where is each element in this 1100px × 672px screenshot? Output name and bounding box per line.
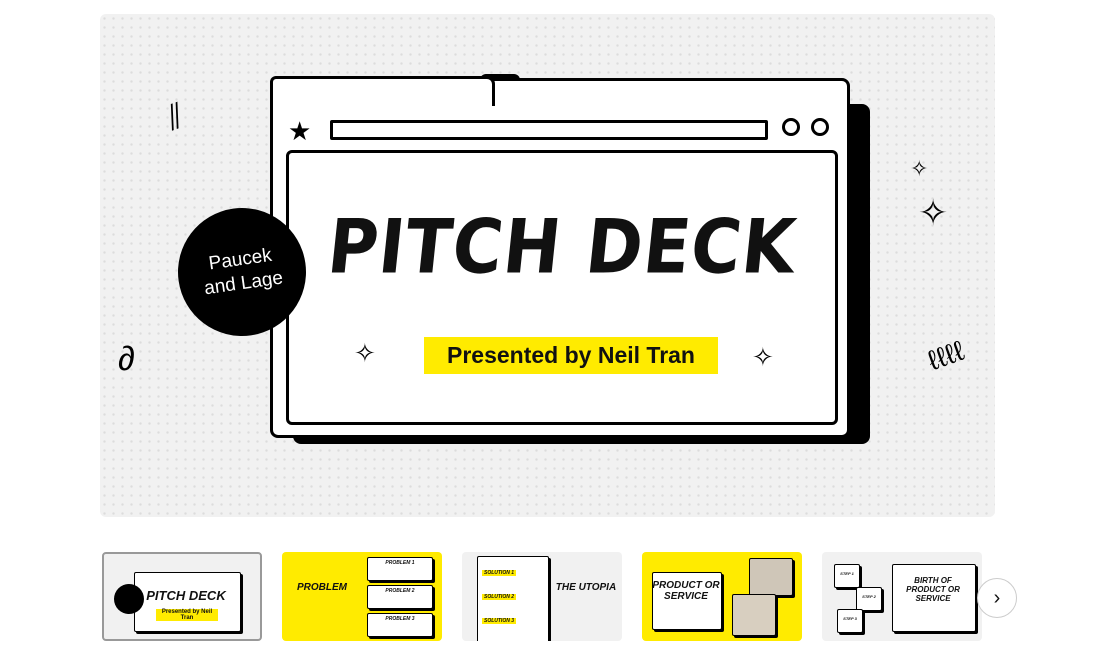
window-tab (270, 76, 495, 106)
sparkle-icon: ✧ (354, 338, 376, 368)
company-name: Paucek and Lage (202, 244, 285, 300)
address-bar (330, 120, 768, 140)
thumb-title: BIRTH OF PRODUCT OR SERVICE (906, 576, 960, 603)
thumb-title: THE UTOPIA (555, 582, 617, 593)
thumb-title: PROBLEM (297, 582, 347, 593)
thumb-item: STEP 1 (840, 571, 854, 576)
sparkle-icon: ✧ (910, 156, 929, 181)
thumbnail-slide-1[interactable]: PITCH DECK Presented by Neil Tran (102, 552, 262, 641)
thumb-subtitle: Presented by Neil Tran (156, 609, 218, 621)
photo-thumb (732, 594, 776, 636)
thumb-item: SOLUTION 2 (482, 594, 516, 600)
burst-lines-icon: ⫽ (161, 96, 190, 138)
thumb-title: PITCH DECK (146, 588, 226, 603)
thumbnail-slide-5[interactable]: STEP 1 STEP 2 STEP 3 BIRTH OF PRODUCT OR… (822, 552, 982, 641)
photo-thumb (749, 558, 793, 596)
chevron-right-icon: › (993, 586, 1001, 609)
coil-icon: ℓℓℓℓ (923, 334, 969, 377)
next-thumbnails-button[interactable]: › (977, 578, 1017, 618)
thumb-item: PROBLEM 2 (385, 588, 415, 594)
sparkle-icon: ✧ (918, 192, 949, 233)
thumb-item: SOLUTION 3 (482, 618, 516, 624)
main-slide-preview: ★ PITCH DECK Presented by Neil Tran Pauc… (100, 14, 995, 517)
squiggle-icon: ∂ (118, 340, 135, 378)
thumbnail-slide-2[interactable]: PROBLEM PROBLEM 1 PROBLEM 2 PROBLEM 3 (282, 552, 442, 641)
thumbnail-slide-3[interactable]: SOLUTION 1 SOLUTION 2 SOLUTION 3 THE UTO… (462, 552, 622, 641)
thumb-item: SOLUTION 1 (482, 570, 516, 576)
thumb-item: STEP 3 (843, 616, 857, 621)
thumb-item: PROBLEM 1 (385, 560, 415, 566)
star-icon: ★ (288, 116, 312, 146)
thumb-title: PRODUCT OR SERVICE (652, 580, 720, 602)
thumb-item: STEP 2 (862, 594, 876, 599)
window-button-icon (782, 118, 800, 136)
thumb-item: PROBLEM 3 (385, 616, 415, 622)
slide-subtitle: Presented by Neil Tran (424, 337, 718, 374)
thumbnail-slide-4[interactable]: PRODUCT OR SERVICE (642, 552, 802, 641)
sparkle-icon: ✧ (752, 342, 774, 372)
window-button-icon (811, 118, 829, 136)
slide-title: PITCH DECK (323, 204, 801, 291)
